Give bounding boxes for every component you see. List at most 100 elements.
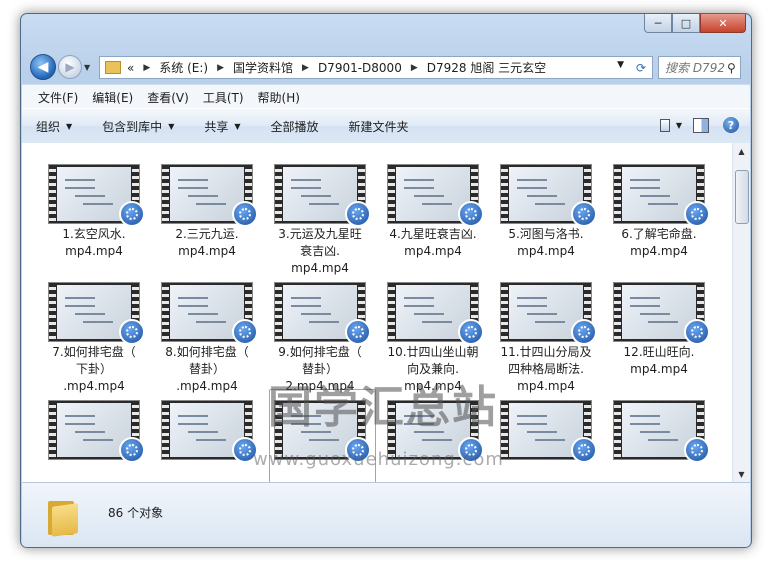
vertical-scrollbar[interactable]: ▲ ▼ xyxy=(732,143,750,482)
file-grid: 1.玄空风水. mp4.mp4 2.三元九运. mp4.mp4 3.元运及九星旺 衰… xyxy=(42,164,720,482)
file-item[interactable] xyxy=(155,400,268,482)
file-item[interactable] xyxy=(381,400,494,482)
address-bar[interactable]: « ▶ 系统 (E:) ▶ 国学资料馆 ▶ D7901-D8000 ▶ D792… xyxy=(99,56,631,79)
media-player-icon xyxy=(232,319,258,345)
film-strip xyxy=(275,283,282,341)
film-strip xyxy=(388,283,395,341)
chevron-down-icon: ▼ xyxy=(234,121,241,131)
chevron-right-icon[interactable]: ▶ xyxy=(411,63,418,73)
file-item[interactable]: 6.了解宅命盘. mp4.mp4 xyxy=(607,164,720,282)
scroll-thumb[interactable] xyxy=(735,170,749,224)
file-item[interactable]: 12.旺山旺向. mp4.mp4 xyxy=(607,282,720,400)
film-strip xyxy=(49,283,56,341)
film-strip xyxy=(614,283,621,341)
file-item[interactable]: 2.三元九运. mp4.mp4 xyxy=(155,164,268,282)
command-bar: 组织 ▼ 包含到库中 ▼ 共享 ▼ 全部播放 新建文件夹 ▼ ? xyxy=(22,108,750,144)
new-folder-button[interactable]: 新建文件夹 xyxy=(349,118,409,135)
menu-view[interactable]: 查看(V) xyxy=(147,89,189,106)
film-strip xyxy=(49,165,56,223)
media-player-icon xyxy=(684,201,710,227)
menu-file[interactable]: 文件(F) xyxy=(38,89,78,106)
film-strip xyxy=(614,401,621,459)
film-strip xyxy=(49,401,56,459)
file-list[interactable]: 1.玄空风水. mp4.mp4 2.三元九运. mp4.mp4 3.元运及九星旺 衰… xyxy=(22,143,732,482)
scroll-down-icon[interactable]: ▼ xyxy=(733,466,750,482)
refresh-icon[interactable]: ⟳ xyxy=(630,56,653,79)
forward-button[interactable]: ▶ xyxy=(58,55,82,79)
file-item[interactable]: 8.如何排宅盘（ 替卦） .mp4.mp4 xyxy=(155,282,268,400)
organize-label: 组织 xyxy=(36,119,61,134)
file-item[interactable] xyxy=(494,400,607,482)
media-player-icon xyxy=(571,319,597,345)
media-player-icon xyxy=(684,437,710,463)
explorer-window: ─ □ ✕ ◀ ▶ ▼ « ▶ 系统 (E:) ▶ 国学资料馆 ▶ D7901-… xyxy=(20,13,752,548)
play-all-button[interactable]: 全部播放 xyxy=(271,118,319,135)
media-player-icon xyxy=(232,437,258,463)
file-item[interactable] xyxy=(42,400,155,482)
media-player-icon xyxy=(458,201,484,227)
toolbar-right: ▼ ? xyxy=(652,115,742,135)
file-item[interactable]: 7.如何排宅盘（ 下卦） .mp4.mp4 xyxy=(42,282,155,400)
help-button[interactable]: ? xyxy=(720,115,742,135)
media-player-icon xyxy=(458,319,484,345)
media-player-icon xyxy=(684,319,710,345)
chevron-right-icon[interactable]: ▶ xyxy=(302,63,309,73)
file-item[interactable]: 1.玄空风水. mp4.mp4 xyxy=(42,164,155,282)
file-item[interactable] xyxy=(268,400,381,482)
film-strip xyxy=(501,401,508,459)
share-button[interactable]: 共享 ▼ xyxy=(204,118,240,135)
chevron-right-icon[interactable]: ▶ xyxy=(217,63,224,73)
file-name: 11.廿四山分局及 四种格局断法. mp4.mp4 xyxy=(500,345,592,393)
chevron-right-icon[interactable]: ▶ xyxy=(143,63,150,73)
media-player-icon xyxy=(119,437,145,463)
breadcrumb-drive[interactable]: 系统 (E:) xyxy=(159,59,208,76)
new-folder-label: 新建文件夹 xyxy=(348,119,409,134)
file-item[interactable]: 3.元运及九星旺 衰吉凶. mp4.mp4 xyxy=(268,164,381,282)
search-icon[interactable]: ⚲ xyxy=(727,61,736,75)
share-label: 共享 xyxy=(204,119,229,134)
recent-pages-dropdown[interactable]: ▼ xyxy=(84,63,90,72)
file-item[interactable]: 11.廿四山分局及 四种格局断法. mp4.mp4 xyxy=(494,282,607,400)
file-item[interactable]: 4.九星旺衰吉凶. mp4.mp4 xyxy=(381,164,494,282)
chevron-down-icon: ▼ xyxy=(66,121,73,131)
menu-help[interactable]: 帮助(H) xyxy=(258,89,300,106)
search-input[interactable] xyxy=(659,59,727,76)
file-name: 7.如何排宅盘（ 下卦） .mp4.mp4 xyxy=(52,345,136,393)
address-overflow[interactable]: « xyxy=(127,61,134,75)
close-button[interactable]: ✕ xyxy=(700,14,746,33)
file-item[interactable] xyxy=(607,400,720,482)
change-view-button[interactable]: ▼ xyxy=(660,115,682,135)
file-name: 8.如何排宅盘（ 替卦） .mp4.mp4 xyxy=(165,345,249,393)
preview-pane-button[interactable] xyxy=(690,115,712,135)
back-button[interactable]: ◀ xyxy=(30,54,56,80)
file-name: 10.廿四山坐山朝 向及兼向. mp4.mp4 xyxy=(387,345,479,393)
address-dropdown-icon[interactable]: ▼ xyxy=(617,60,624,70)
item-count: 86 个对象 xyxy=(108,506,164,520)
media-player-icon xyxy=(119,201,145,227)
breadcrumb-range[interactable]: D7901-D8000 xyxy=(318,61,402,75)
search-box[interactable]: ⚲ xyxy=(658,56,741,79)
scroll-up-icon[interactable]: ▲ xyxy=(733,143,750,159)
file-item[interactable]: 5.河图与洛书. mp4.mp4 xyxy=(494,164,607,282)
file-name: 9.如何排宅盘（ 替卦） 2.mp4.mp4 xyxy=(278,345,362,393)
include-label: 包含到库中 xyxy=(102,119,163,134)
file-item[interactable]: 9.如何排宅盘（ 替卦） 2.mp4.mp4 xyxy=(268,282,381,400)
organize-button[interactable]: 组织 ▼ xyxy=(36,118,72,135)
film-strip xyxy=(388,401,395,459)
film-strip xyxy=(162,401,169,459)
file-name: 4.九星旺衰吉凶. mp4.mp4 xyxy=(389,227,477,258)
caption-buttons: ─ □ ✕ xyxy=(644,14,746,33)
include-in-library-button[interactable]: 包含到库中 ▼ xyxy=(102,118,174,135)
media-player-icon xyxy=(232,201,258,227)
file-name: 1.玄空风水. mp4.mp4 xyxy=(62,227,126,258)
breadcrumb-current[interactable]: D7928 旭阁 三元玄空 xyxy=(427,59,546,76)
film-strip xyxy=(388,165,395,223)
menu-edit[interactable]: 编辑(E) xyxy=(92,89,133,106)
maximize-button[interactable]: □ xyxy=(672,14,700,33)
menu-tools[interactable]: 工具(T) xyxy=(203,89,244,106)
breadcrumb-library[interactable]: 国学资料馆 xyxy=(233,59,293,76)
folder-icon xyxy=(105,61,121,74)
minimize-button[interactable]: ─ xyxy=(644,14,672,33)
file-item[interactable]: 10.廿四山坐山朝 向及兼向. mp4.mp4 xyxy=(381,282,494,400)
film-strip xyxy=(162,283,169,341)
